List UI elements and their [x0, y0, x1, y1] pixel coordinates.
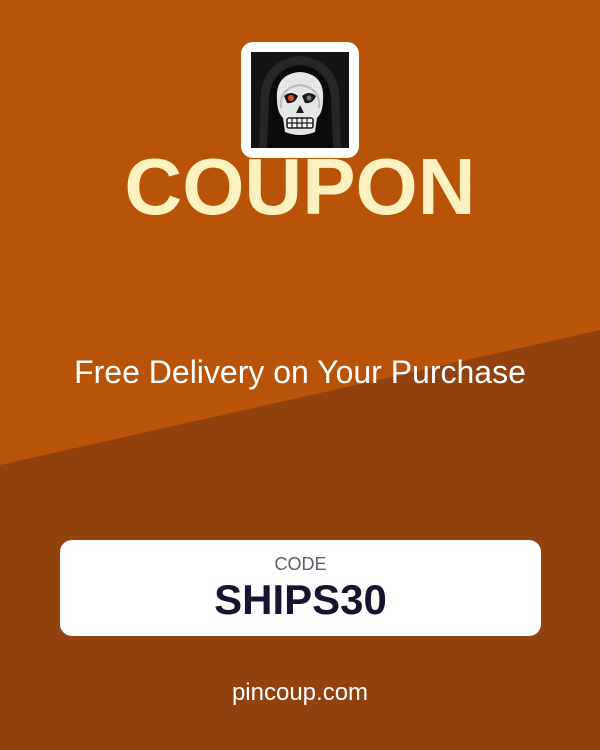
code-label: CODE [274, 554, 327, 574]
brand-logo [241, 42, 359, 158]
coupon-title: COUPON [124, 142, 476, 231]
coupon-code[interactable]: SHIPS30 [60, 577, 541, 623]
coupon-card: COUPON Free Delivery on Your Purchase CO… [0, 0, 600, 750]
grim-reaper-skull-icon [251, 52, 349, 148]
website-link[interactable]: pincoup.com [0, 678, 600, 708]
coupon-code-box[interactable]: CODE SHIPS30 [60, 540, 541, 636]
offer-description: Free Delivery on Your Purchase [74, 354, 526, 390]
